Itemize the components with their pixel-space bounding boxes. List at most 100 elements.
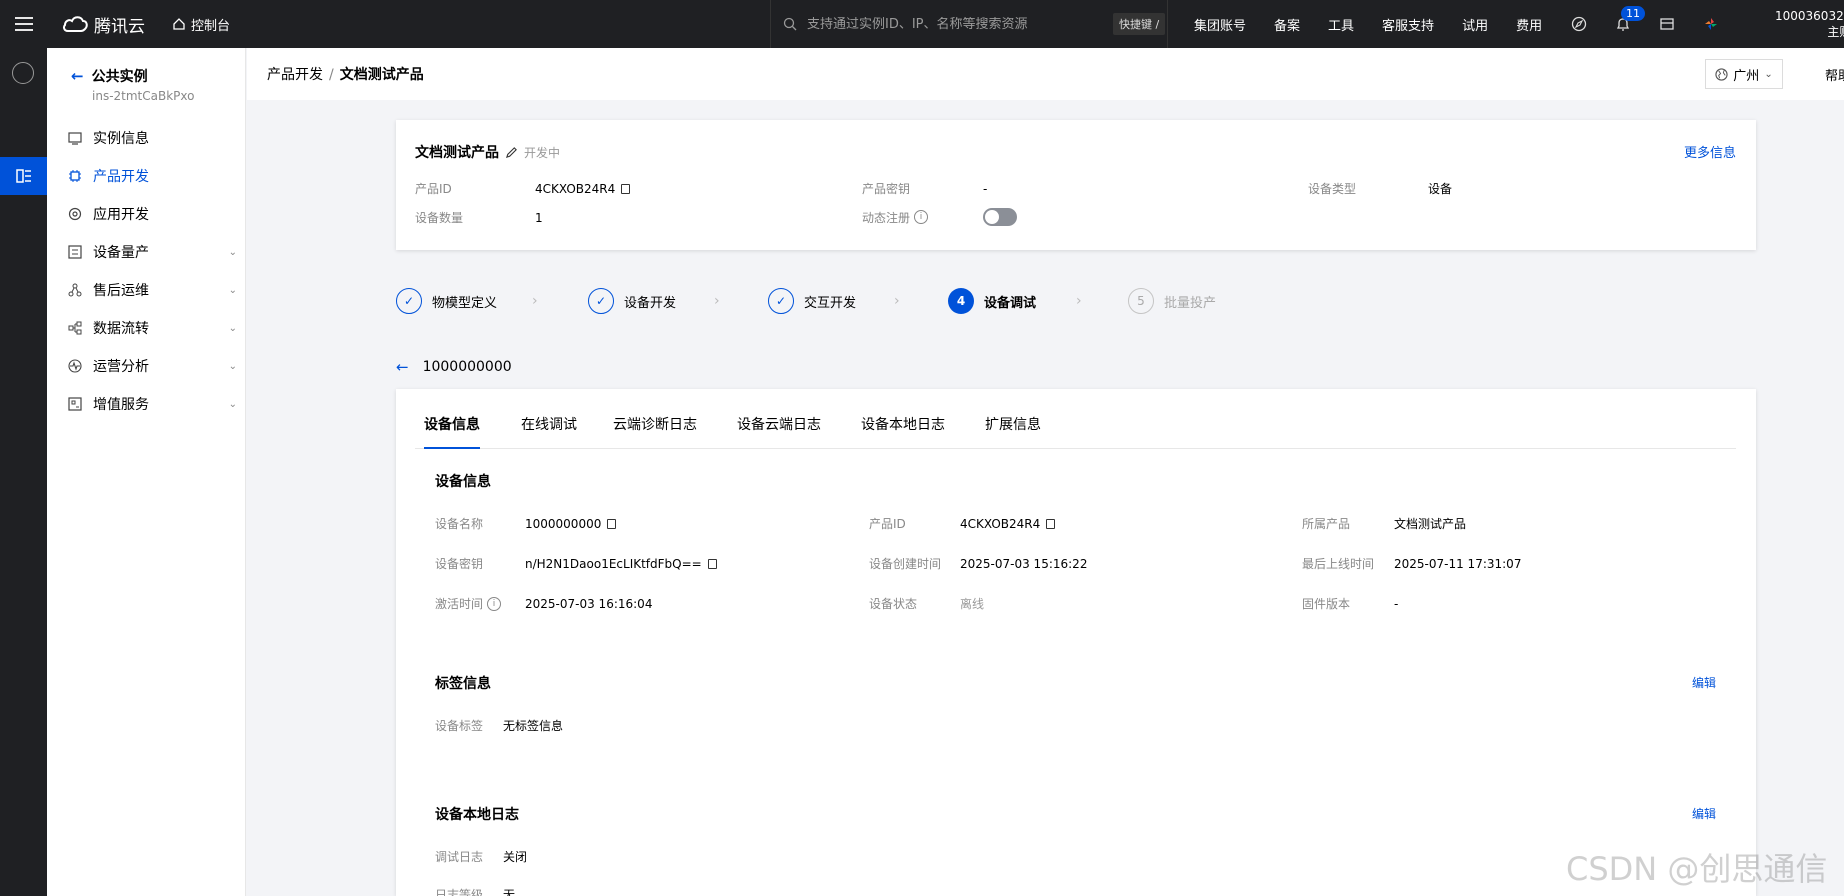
menu-icon[interactable]	[0, 0, 48, 48]
section-device-info: 设备信息	[435, 474, 491, 490]
step-4[interactable]: 4 设备调试	[948, 288, 1036, 314]
device-header: ← 1000000000	[396, 358, 512, 376]
back-to-instance[interactable]: ← 公共实例	[71, 66, 148, 86]
colorful-app-icon[interactable]	[1702, 15, 1720, 33]
account-menu[interactable]: 1000360320 主账	[1775, 8, 1844, 40]
sidebar-item-mass-production[interactable]: 设备量产 ⌄	[67, 241, 237, 263]
info-icon[interactable]: i	[487, 596, 502, 611]
pencil-icon[interactable]	[505, 146, 518, 159]
step-5[interactable]: 5 批量投产	[1128, 288, 1216, 314]
settings-circle-icon[interactable]	[12, 62, 34, 84]
compass-icon[interactable]	[1570, 15, 1588, 33]
product-title: 文档测试产品 开发中	[415, 142, 560, 162]
field-label: 调试日志	[435, 850, 484, 864]
home-icon	[173, 18, 185, 30]
copy-icon[interactable]	[607, 518, 617, 529]
cloud-logo-icon	[63, 16, 88, 32]
edit-tags-button[interactable]: 编辑	[1692, 674, 1716, 691]
field-label: 产品ID	[415, 182, 452, 196]
field-value: 4CKXOB24R4	[960, 517, 1056, 531]
tab-cloud-diag-log[interactable]: 云端诊断日志	[613, 415, 697, 449]
watermark: CSDN @创思通信	[1566, 850, 1828, 888]
field-device-status: 设备状态 离线	[869, 595, 984, 612]
info-icon[interactable]: i	[914, 210, 929, 224]
help-link[interactable]: 帮助	[1825, 65, 1844, 84]
sidebar-item-after-sales[interactable]: 售后运维 ⌄	[67, 279, 237, 301]
edit-local-log-button[interactable]: 编辑	[1692, 805, 1716, 822]
product-rail-icon[interactable]	[0, 157, 47, 195]
nav-billing[interactable]: 费用	[1516, 15, 1542, 34]
sidebar-item-label: 运营分析	[93, 359, 149, 375]
account-role: 主账	[1827, 25, 1844, 39]
field-value: n/H2N1Daoo1EcLIKtfdFbQ==	[525, 557, 717, 571]
debug-log-value: 关闭	[503, 850, 528, 864]
check-icon: ✓	[768, 288, 794, 314]
copy-icon[interactable]	[621, 183, 631, 194]
step-3[interactable]: ✓ 交互开发	[768, 288, 856, 314]
sidebar-item-app-dev[interactable]: 应用开发	[67, 203, 237, 225]
field-label: 设备密钥	[435, 557, 484, 571]
copy-icon[interactable]	[707, 558, 717, 569]
global-search[interactable]: 快捷键 /	[770, 0, 1168, 48]
nav-trial[interactable]: 试用	[1462, 15, 1488, 34]
nav-filing[interactable]: 备案	[1274, 15, 1300, 34]
copy-icon[interactable]	[1046, 518, 1056, 529]
chevron-right-icon: ›	[714, 293, 720, 309]
arrow-left-icon[interactable]: ←	[396, 358, 409, 376]
console-link[interactable]: 控制台	[172, 15, 230, 34]
breadcrumb-current: 文档测试产品	[339, 67, 424, 83]
activated-label: 激活时间	[435, 597, 484, 611]
field-label: 所属产品	[1302, 517, 1351, 531]
check-icon: ✓	[588, 288, 614, 314]
sidebar-item-product-dev[interactable]: 产品开发	[67, 165, 237, 187]
step-label: 设备调试	[984, 295, 1037, 311]
breadcrumb-separator: /	[329, 67, 334, 83]
tab-online-debug[interactable]: 在线调试	[521, 415, 577, 449]
dynamic-register-toggle[interactable]	[983, 208, 1017, 226]
sidebar-item-value-added[interactable]: 增值服务 ⌄	[67, 393, 237, 415]
tab-device-info[interactable]: 设备信息	[424, 415, 480, 449]
field-product-id: 产品ID 4CKXOB24R4	[415, 180, 631, 197]
nav-tools[interactable]: 工具	[1328, 15, 1354, 34]
nav-support[interactable]: 客服支持	[1382, 15, 1434, 34]
field-created-time: 设备创建时间 2025-07-03 15:16:22	[869, 555, 1087, 572]
sidebar-item-data-flow[interactable]: 数据流转 ⌄	[67, 317, 237, 339]
field-product-id: 产品ID 4CKXOB24R4	[869, 515, 1056, 532]
sidebar-item-analytics[interactable]: 运营分析 ⌄	[67, 355, 237, 377]
breadcrumb-parent[interactable]: 产品开发	[267, 67, 323, 83]
field-device-type: 设备类型 设备	[1308, 180, 1452, 197]
device-tags-value: 无标签信息	[503, 719, 564, 733]
box-icon	[67, 396, 83, 412]
tab-device-local-log[interactable]: 设备本地日志	[861, 415, 945, 449]
breadcrumb: 产品开发 / 文档测试产品	[267, 64, 424, 84]
field-label: 产品ID	[869, 517, 906, 531]
sidebar-item-label: 实例信息	[93, 131, 149, 147]
more-info-link[interactable]: 更多信息	[1684, 142, 1736, 161]
sidebar: ← 公共实例 ins-2tmtCaBkPxo 实例信息 产品开发 应用开发 设备…	[47, 48, 246, 896]
region-select[interactable]: 广州 ⌄	[1705, 59, 1783, 89]
ticket-icon[interactable]	[1658, 15, 1676, 33]
step-label: 批量投产	[1164, 295, 1217, 311]
field-label: 设备标签	[435, 719, 484, 733]
device-count-value: 1	[535, 210, 543, 225]
bell-icon[interactable]: 11	[1614, 6, 1645, 33]
field-label: 产品密钥	[862, 182, 911, 196]
chevron-down-icon: ⌄	[228, 284, 237, 296]
product-name: 文档测试产品	[415, 145, 499, 161]
step-1[interactable]: ✓ 物模型定义	[396, 288, 497, 314]
tab-device-cloud-log[interactable]: 设备云端日志	[737, 415, 821, 449]
device-tabs: 设备信息 在线调试 云端诊断日志 设备云端日志 设备本地日志 扩展信息	[415, 415, 1736, 449]
sidebar-item-label: 产品开发	[93, 169, 149, 185]
tab-extended-info[interactable]: 扩展信息	[985, 415, 1041, 449]
chevron-right-icon: ›	[1076, 293, 1082, 309]
nav-group-account[interactable]: 集团账号	[1194, 15, 1246, 34]
dynamic-register-label: 动态注册	[862, 210, 911, 225]
chip-icon	[67, 168, 83, 184]
brand-logo[interactable]: 腾讯云	[62, 12, 162, 37]
sidebar-item-instance-info[interactable]: 实例信息	[67, 127, 237, 149]
sidebar-item-label: 增值服务	[93, 397, 149, 413]
search-input[interactable]	[807, 16, 1107, 32]
step-2[interactable]: ✓ 设备开发	[588, 288, 676, 314]
field-label: 激活时间 i	[435, 595, 525, 612]
sidebar-item-label: 数据流转	[93, 321, 149, 337]
